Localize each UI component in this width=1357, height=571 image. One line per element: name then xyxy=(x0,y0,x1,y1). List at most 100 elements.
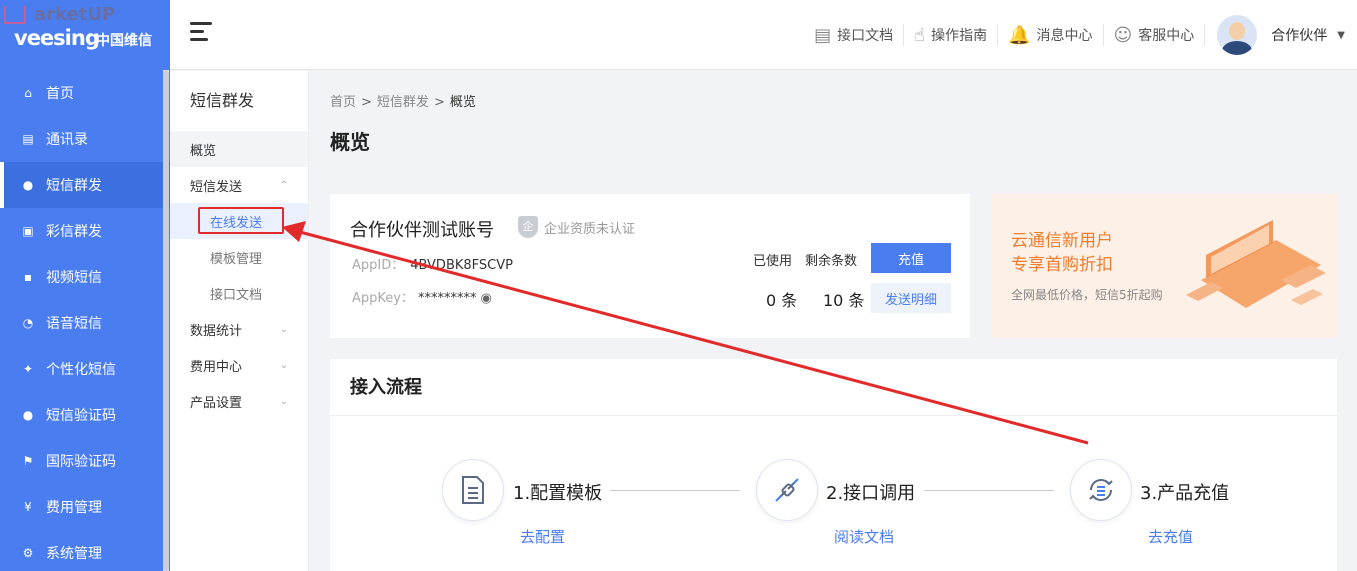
user-menu[interactable]: 合作伙伴 ▼ xyxy=(1205,0,1357,70)
brand-name: veesing xyxy=(14,26,100,50)
document-icon xyxy=(442,459,504,521)
header-link-messages[interactable]: 🔔 消息中心 xyxy=(998,24,1104,46)
support-icon: ☺ xyxy=(1113,24,1133,46)
yen-icon: ¥ xyxy=(24,500,32,514)
used-value: 0 条 xyxy=(766,291,798,310)
sidebar-item-label: 通讯录 xyxy=(46,132,88,148)
sidebar-item-label: 语音短信 xyxy=(46,316,102,332)
promo-banner[interactable]: 云通信新用户 专享首购折扣 全网最低价格，短信5折起购 xyxy=(991,194,1337,338)
sidebar-item-mms[interactable]: ▣ 彩信群发 xyxy=(0,208,170,254)
eye-icon[interactable]: ◉ xyxy=(480,291,491,306)
step-1-label: 1.配置模板 xyxy=(513,483,603,504)
breadcrumb-home[interactable]: 首页 xyxy=(330,95,356,110)
mms-icon: ▣ xyxy=(22,224,34,238)
header-link-api-doc[interactable]: ▤ 接口文档 xyxy=(804,24,905,46)
step-3-label: 3.产品充值 xyxy=(1140,483,1230,504)
brand-name-cn: 中国维信 xyxy=(96,33,152,49)
breadcrumb: 首页 > 短信群发 > 概览 xyxy=(330,91,476,110)
subnav-item-label: 产品设置 xyxy=(190,395,243,411)
remaining-value: 10 条 xyxy=(823,291,865,310)
api-doc-icon: ▤ xyxy=(814,24,832,46)
sidebar-item-label: 首页 xyxy=(46,86,74,102)
sidebar-item-sms[interactable]: ● 短信群发 xyxy=(0,162,170,208)
sms-code-icon: ● xyxy=(22,408,34,422)
home-icon: ⌂ xyxy=(24,86,32,100)
breadcrumb-separator: > xyxy=(433,95,445,110)
chevron-down-icon: ⌄ xyxy=(279,359,288,371)
subnav-item-send[interactable]: 短信发送 ⌃ xyxy=(170,167,308,203)
sidebar-item-label: 短信群发 xyxy=(46,178,102,194)
subnav-item-product[interactable]: 产品设置 ⌄ xyxy=(170,383,308,419)
onboarding-flow-card: 接入流程 1.配置模板 去配置 2.接口调用 阅读文档 3.产品充值 去充值 xyxy=(330,359,1337,571)
send-detail-button[interactable]: 发送明细 xyxy=(871,283,951,313)
personalized-sms-icon: ✦ xyxy=(22,362,34,376)
header-link-label: 客服中心 xyxy=(1138,28,1195,44)
logo: arketUP veesing 中国维信 xyxy=(0,0,170,70)
subnav-item-label: 短信发送 xyxy=(190,179,243,195)
enterprise-badge-icon: 企 xyxy=(518,216,538,238)
step-1-link[interactable]: 去配置 xyxy=(520,526,565,547)
caret-down-icon: ▼ xyxy=(1337,29,1345,41)
certification-text: 企业资质未认证 xyxy=(544,221,636,237)
subnav-item-api-doc[interactable]: 接口文档 xyxy=(170,275,308,311)
voice-sms-icon: ◔ xyxy=(22,316,34,330)
avatar xyxy=(1217,15,1258,55)
page-title: 概览 xyxy=(330,130,370,154)
appid-value: 4BVDBK8FSCVP xyxy=(410,258,513,273)
promo-line2: 专享首购折扣 xyxy=(1011,255,1113,275)
sub-navigation: 短信群发 概览 短信发送 ⌃ 在线发送 模板管理 接口文档 数据统计 ⌄ 费用中… xyxy=(170,71,309,571)
breadcrumb-section[interactable]: 短信群发 xyxy=(377,95,429,110)
sidebar-scrollbar-thumb[interactable] xyxy=(163,70,169,571)
subnav-item-billing[interactable]: 费用中心 ⌄ xyxy=(170,347,308,383)
sidebar-item-intl-code[interactable]: ⚑ 国际验证码 xyxy=(0,438,170,484)
subnav-item-overview[interactable]: 概览 xyxy=(170,131,308,167)
subnav-item-stats[interactable]: 数据统计 ⌄ xyxy=(170,311,308,347)
sidebar-item-sms-code[interactable]: ● 短信验证码 xyxy=(0,392,170,438)
subnav-item-label: 概览 xyxy=(190,143,217,159)
sidebar-item-label: 个性化短信 xyxy=(46,362,116,378)
sidebar-item-label: 彩信群发 xyxy=(46,224,102,240)
sidebar-item-video-sms[interactable]: ▪ 视频短信 xyxy=(0,254,170,300)
bell-icon: 🔔 xyxy=(1008,24,1031,46)
laptop-illustration-icon xyxy=(1186,220,1326,308)
intl-code-icon: ⚑ xyxy=(22,454,34,468)
step-2-link[interactable]: 阅读文档 xyxy=(834,526,894,547)
watermark-icon xyxy=(4,6,26,24)
sidebar-item-home[interactable]: ⌂ 首页 xyxy=(0,70,170,116)
flow-title: 接入流程 xyxy=(330,359,1337,416)
sidebar-item-gear[interactable]: ⚙ 系统管理 xyxy=(0,530,170,571)
appid-label: AppID： xyxy=(352,258,405,273)
recharge-button[interactable]: 充值 xyxy=(871,243,951,273)
chevron-down-icon: ⌄ xyxy=(279,323,288,335)
certification-status: 企 企业资质未认证 xyxy=(518,216,635,238)
appid-row: AppID： 4BVDBK8FSCVP xyxy=(352,254,513,273)
sidebar-item-voice-sms[interactable]: ◔ 语音短信 xyxy=(0,300,170,346)
step-3-link[interactable]: 去充值 xyxy=(1148,526,1193,547)
sidebar-item-label: 国际验证码 xyxy=(46,454,116,470)
sidebar-item-label: 短信验证码 xyxy=(46,408,116,424)
recharge-cycle-icon xyxy=(1070,459,1132,521)
account-card: 合作伙伴测试账号 企 企业资质未认证 AppID： 4BVDBK8FSCVP Ap… xyxy=(330,194,970,338)
sidebar-item-contacts[interactable]: ▤ 通讯录 xyxy=(0,116,170,162)
watermark-text: arketUP xyxy=(34,4,116,25)
chevron-up-icon: ⌃ xyxy=(279,179,288,191)
sidebar-item-personalized-sms[interactable]: ✦ 个性化短信 xyxy=(0,346,170,392)
menu-toggle-icon[interactable] xyxy=(190,22,212,44)
sidebar-item-yen[interactable]: ¥ 费用管理 xyxy=(0,484,170,530)
main-content: 首页 > 短信群发 > 概览 概览 合作伙伴测试账号 企 企业资质未认证 AppID： 4… xyxy=(310,71,1357,571)
appkey-row: AppKey： ********* ◉ xyxy=(352,287,492,306)
plug-icon xyxy=(756,459,818,521)
subnav-item-template-manage[interactable]: 模板管理 xyxy=(170,239,308,275)
user-name: 合作伙伴 xyxy=(1271,28,1328,44)
contacts-icon: ▤ xyxy=(22,132,34,146)
header-link-guide[interactable]: ☝ 操作指南 xyxy=(904,24,999,46)
breadcrumb-separator: > xyxy=(361,95,372,110)
used-label: 已使用 xyxy=(753,254,793,269)
step-connector xyxy=(610,490,740,491)
appkey-value: ********* xyxy=(417,291,477,306)
app-root: arketUP veesing 中国维信 ⌂ 首页 ▤ 通讯录 ● 短信群发 ▣ 彩信群发 ▪ 视… xyxy=(0,0,1357,571)
header-link-label: 操作指南 xyxy=(931,28,988,44)
top-header: ▤ 接口文档 ☝ 操作指南 🔔 消息中心 ☺ 客服中心 合作伙伴 ▼ xyxy=(170,0,1357,70)
step-connector xyxy=(924,490,1054,491)
header-link-support[interactable]: ☺ 客服中心 xyxy=(1104,24,1206,46)
